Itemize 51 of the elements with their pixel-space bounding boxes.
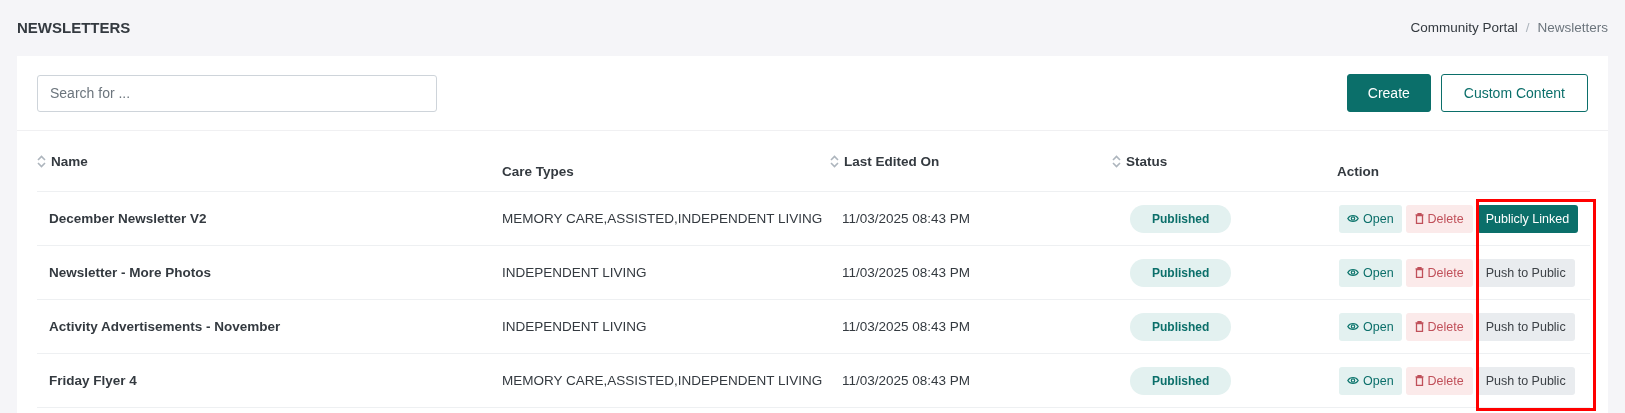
- status-badge: Published: [1130, 204, 1232, 233]
- name-cell-text: Activity Advertisements - November: [48, 319, 282, 334]
- sort-icon[interactable]: [830, 155, 839, 168]
- open-button[interactable]: Open: [1339, 204, 1402, 233]
- date-cell-text: 11/03/2025 08:43 PM: [841, 211, 972, 226]
- push-to-public-button[interactable]: Push to Public: [1476, 258, 1575, 287]
- trash-icon: [1414, 267, 1424, 278]
- name-cell-text: Friday Flyer 4: [48, 373, 138, 388]
- trash-icon: [1414, 321, 1424, 332]
- push-to-public-button[interactable]: Push to Public: [1476, 366, 1575, 395]
- search-field[interactable]: Search for ...: [37, 74, 437, 112]
- status-badge: Published: [1130, 258, 1232, 287]
- custom-content-button[interactable]: Custom Content: [1440, 74, 1588, 112]
- status-badge: Published: [1130, 366, 1232, 395]
- breadcrumb-item: Newsletters: [1537, 19, 1608, 35]
- date-cell-text: 11/03/2025 08:43 PM: [841, 319, 972, 334]
- page-title: NEWSLETTERS: [17, 18, 131, 36]
- breadcrumb-item[interactable]: Community Portal: [1410, 19, 1518, 35]
- eye-icon: [1347, 376, 1359, 385]
- breadcrumb-separator: /: [1525, 19, 1530, 35]
- delete-button[interactable]: Delete: [1405, 204, 1473, 233]
- column-header: Action: [1337, 164, 1379, 179]
- eye-icon: [1347, 214, 1359, 223]
- column-header[interactable]: Last Edited On: [844, 154, 940, 169]
- eye-icon: [1347, 322, 1359, 331]
- name-cell-text: Newsletter - More Photos: [48, 265, 213, 280]
- care-types-cell-text: MEMORY CARE,ASSISTED,INDEPENDENT LIVING: [501, 211, 824, 226]
- create-button[interactable]: Create: [1346, 74, 1431, 112]
- status-badge: Published: [1130, 312, 1232, 341]
- eye-icon: [1347, 268, 1359, 277]
- column-header[interactable]: Name: [51, 154, 88, 169]
- trash-icon: [1414, 375, 1424, 386]
- push-to-public-button[interactable]: Push to Public: [1476, 312, 1575, 341]
- open-button[interactable]: Open: [1339, 258, 1402, 287]
- delete-button[interactable]: Delete: [1405, 258, 1473, 287]
- trash-icon: [1414, 213, 1424, 224]
- open-button[interactable]: Open: [1339, 366, 1402, 395]
- publicly-linked-button[interactable]: Publicly Linked: [1476, 204, 1579, 233]
- delete-button[interactable]: Delete: [1405, 366, 1473, 395]
- name-cell-text: December Newsletter V2: [48, 211, 208, 226]
- column-header: Care Types: [502, 164, 574, 179]
- date-cell-text: 11/03/2025 08:43 PM: [841, 265, 972, 280]
- open-button[interactable]: Open: [1339, 312, 1402, 341]
- sort-icon[interactable]: [1112, 155, 1121, 168]
- date-cell-text: 11/03/2025 08:43 PM: [841, 373, 972, 388]
- care-types-cell-text: MEMORY CARE,ASSISTED,INDEPENDENT LIVING: [501, 373, 824, 388]
- care-types-cell-text: INDEPENDENT LIVING: [501, 265, 648, 280]
- column-header[interactable]: Status: [1126, 154, 1168, 169]
- sort-icon[interactable]: [37, 155, 46, 168]
- delete-button[interactable]: Delete: [1405, 312, 1473, 341]
- care-types-cell-text: INDEPENDENT LIVING: [501, 319, 648, 334]
